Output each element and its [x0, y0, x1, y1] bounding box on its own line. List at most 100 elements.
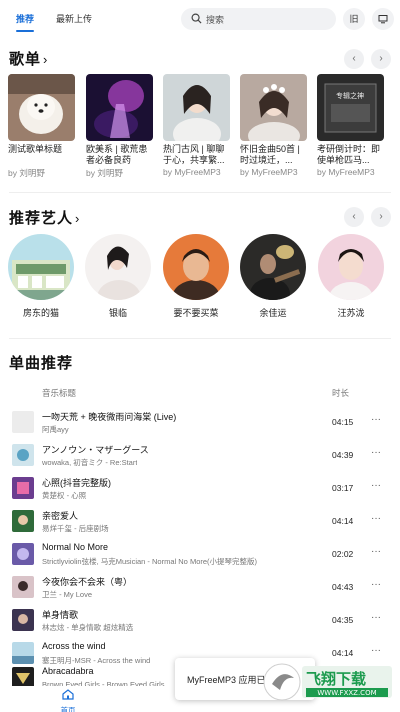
playlist-prev-button[interactable]: ‹ — [344, 49, 364, 69]
song-duration: 04:35 — [332, 615, 354, 625]
more-options-icon[interactable]: ··· — [371, 513, 381, 524]
artist-avatar — [163, 234, 229, 300]
svg-text:飞翔下载: 飞翔下载 — [306, 670, 366, 688]
song-title: 单身情歌 — [42, 610, 79, 620]
screen-icon[interactable] — [372, 8, 394, 30]
home-icon — [62, 689, 74, 700]
song-artist-album: 林志炫 - 单身情歌 超炫精选 — [42, 623, 134, 632]
tab-recommend[interactable]: 推荐 — [16, 12, 34, 25]
more-options-icon[interactable]: ··· — [371, 546, 381, 557]
artist-section-title[interactable]: 推荐艺人 › — [9, 207, 80, 228]
artist-avatar — [240, 234, 306, 300]
playlist-author: by MyFreeMP3 — [240, 167, 298, 177]
artist-avatar — [85, 234, 151, 300]
more-options-icon[interactable]: ··· — [371, 447, 381, 458]
song-duration: 04:15 — [332, 417, 354, 427]
nav-home-label: 首页 — [60, 706, 76, 712]
song-cover — [12, 411, 34, 433]
playlist-author: by 刘明野 — [86, 168, 123, 178]
svg-text:WWW.FXXZ.COM: WWW.FXXZ.COM — [317, 689, 376, 697]
artist-avatar — [318, 234, 384, 300]
song-row[interactable]: 一吻天荒 + 晚夜微雨问海棠 (Live) 阿禹ayy 04:15 ··· — [0, 408, 400, 440]
song-title: 一吻天荒 + 晚夜微雨问海棠 (Live) — [42, 412, 177, 422]
playlist-card[interactable]: 热门古风 | 聊聊于心，共享繁... by MyFreeMP3 — [163, 74, 230, 177]
section-divider — [9, 338, 391, 339]
chevron-right-icon: › — [75, 211, 81, 226]
artist-name: 余佳运 — [259, 308, 287, 318]
artist-card[interactable]: 余佳运 — [240, 234, 306, 319]
song-duration: 04:14 — [332, 648, 354, 658]
song-title: Across the wind — [42, 641, 106, 651]
song-duration: 03:17 — [332, 483, 354, 493]
song-title: 心照(抖音完整版) — [42, 478, 111, 488]
more-options-icon[interactable]: ··· — [371, 414, 381, 425]
song-row[interactable]: 单身情歌 林志炫 - 单身情歌 超炫精选 04:35 ··· — [0, 606, 400, 638]
song-duration: 04:39 — [332, 450, 354, 460]
song-cover — [12, 543, 34, 565]
more-options-icon[interactable]: ··· — [371, 579, 381, 590]
playlist-name: 测试歌单标题 — [8, 144, 63, 154]
song-title: 亲密爱人 — [42, 511, 79, 521]
playlist-name: 怀旧金曲50首 | 时过境迁，... — [240, 144, 300, 165]
song-row[interactable]: 亲密爱人 易烊千玺 - 后座剧场 04:14 ··· — [0, 507, 400, 539]
nav-home[interactable]: 首页 — [56, 687, 80, 712]
song-cover — [12, 444, 34, 466]
playlist-author: by MyFreeMP3 — [163, 167, 221, 177]
artist-name: 房东的猫 — [22, 308, 59, 318]
more-options-icon[interactable]: ··· — [371, 645, 381, 656]
song-row[interactable]: Normal No More Strictlyviolin弦楼, 马克Music… — [0, 540, 400, 572]
artist-prev-button[interactable]: ‹ — [344, 207, 364, 227]
playlist-name: 考研倒计时：即使单枪匹马... — [317, 144, 381, 165]
tab-latest-upload[interactable]: 最新上传 — [56, 12, 92, 25]
search-placeholder: 搜索 — [206, 15, 225, 25]
playlist-card[interactable]: 怀旧金曲50首 | 时过境迁，... by MyFreeMP3 — [240, 74, 307, 177]
song-artist-album: 阿禹ayy — [42, 425, 69, 434]
search-input[interactable]: 搜索 — [181, 8, 336, 30]
old-version-button[interactable]: 旧 — [343, 8, 365, 30]
song-row[interactable]: アンノウン・マザーグース wowaka, 初音ミク - Re:Start 04:… — [0, 441, 400, 473]
playlist-cover: 专辑之神 — [317, 74, 384, 141]
playlist-author: by MyFreeMP3 — [317, 167, 375, 177]
playlist-card[interactable]: 专辑之神 考研倒计时：即使单枪匹马... by MyFreeMP3 — [317, 74, 384, 177]
song-title: Abracadabra — [42, 666, 94, 676]
artist-avatar — [8, 234, 74, 300]
songs-section-title: 单曲推荐 — [9, 355, 74, 372]
artist-card[interactable]: 房东的猫 — [8, 234, 74, 319]
song-cover — [12, 510, 34, 532]
song-duration: 04:14 — [332, 516, 354, 526]
top-bar: 推荐 最新上传 搜索 旧 — [0, 0, 400, 38]
playlist-author: by 刘明野 — [8, 168, 45, 178]
artist-card[interactable]: 汪苏泷 — [318, 234, 384, 319]
song-artist-album: 卫兰 - My Love — [42, 590, 93, 599]
song-cover — [12, 477, 34, 499]
song-title: Normal No More — [42, 542, 109, 552]
search-icon — [191, 13, 202, 24]
column-header-duration: 时长 — [332, 388, 350, 398]
playlist-name: 热门古风 | 聊聊于心，共享繁... — [163, 144, 225, 165]
artist-name: 要不要买菜 — [173, 308, 219, 318]
more-options-icon[interactable]: ··· — [371, 612, 381, 623]
artist-next-button[interactable]: › — [371, 207, 391, 227]
song-cover — [12, 609, 34, 631]
chevron-right-icon: › — [43, 52, 49, 67]
song-row[interactable]: 心照(抖音完整版) 黄楚权 - 心照 03:17 ··· — [0, 474, 400, 506]
artist-card[interactable]: 银临 — [85, 234, 151, 319]
section-divider — [9, 192, 391, 193]
song-duration: 02:02 — [332, 549, 354, 559]
song-cover — [12, 642, 34, 664]
song-artist-album: wowaka, 初音ミク - Re:Start — [42, 458, 138, 467]
playlist-next-button[interactable]: › — [371, 49, 391, 69]
song-title: アンノウン・マザーグース — [42, 445, 149, 455]
song-title: 今夜你会不会来（粤） — [42, 577, 133, 587]
artist-card[interactable]: 要不要买菜 — [163, 234, 229, 319]
artist-name: 汪苏泷 — [337, 308, 365, 318]
toast-text: MyFreeMP3 应用已 — [187, 675, 266, 685]
playlist-section-title[interactable]: 歌单 › — [9, 48, 48, 69]
playlist-cover — [163, 74, 230, 141]
watermark-logo: 飞翔下载 WWW.FXXZ.COM — [262, 660, 396, 704]
more-options-icon[interactable]: ··· — [371, 480, 381, 491]
song-row[interactable]: 今夜你会不会来（粤） 卫兰 - My Love 04:43 ··· — [0, 573, 400, 605]
active-tab-indicator — [16, 30, 34, 32]
playlist-card[interactable]: 测试歌单标题 by 刘明野 — [8, 74, 75, 179]
playlist-card[interactable]: 欧美系 | 歌荒患者必备良药 by 刘明野 — [86, 74, 153, 179]
